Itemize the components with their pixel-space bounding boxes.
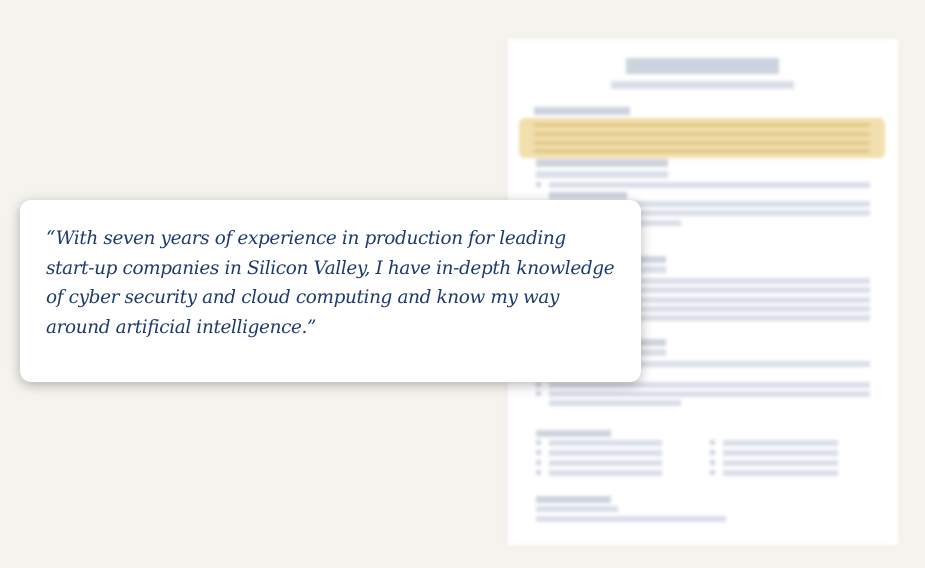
- resume-text-placeholder: [536, 171, 668, 178]
- resume-bullet: [536, 182, 541, 187]
- resume-text-placeholder: [723, 440, 838, 446]
- resume-bullet: [536, 382, 541, 387]
- resume-text-placeholder: [723, 470, 838, 476]
- resume-text-placeholder: [549, 450, 662, 456]
- resume-text-placeholder: [549, 382, 870, 388]
- resume-bullet: [536, 450, 541, 455]
- resume-text-placeholder: [549, 391, 870, 397]
- resume-text-placeholder: [549, 192, 627, 199]
- resume-bullet: [536, 470, 541, 475]
- resume-text-placeholder: [723, 450, 838, 456]
- resume-section-heading-placeholder: [536, 496, 611, 503]
- resume-text-placeholder: [536, 516, 726, 522]
- quote-text: “With seven years of experience in produ…: [46, 228, 615, 338]
- resume-section-heading-placeholder: [534, 107, 630, 115]
- resume-text-placeholder: [536, 506, 618, 512]
- resume-text-placeholder: [549, 400, 681, 406]
- quote-card: “With seven years of experience in produ…: [20, 200, 641, 382]
- resume-bullet: [536, 460, 541, 465]
- resume-contact-placeholder: [611, 81, 794, 89]
- resume-text-placeholder: [723, 460, 838, 466]
- resume-bullet: [710, 440, 715, 445]
- resume-bullet: [536, 391, 541, 396]
- highlighted-summary-block: [519, 118, 885, 158]
- resume-text-placeholder: [549, 470, 662, 476]
- resume-name-placeholder: [626, 58, 779, 74]
- resume-text-placeholder: [549, 460, 662, 466]
- resume-section-heading-placeholder: [536, 159, 668, 167]
- resume-bullet: [710, 450, 715, 455]
- resume-bullet: [710, 470, 715, 475]
- resume-section-heading-placeholder: [536, 430, 611, 437]
- resume-text-placeholder: [549, 182, 870, 188]
- resume-text-placeholder: [549, 440, 662, 446]
- resume-bullet: [536, 440, 541, 445]
- resume-bullet: [710, 460, 715, 465]
